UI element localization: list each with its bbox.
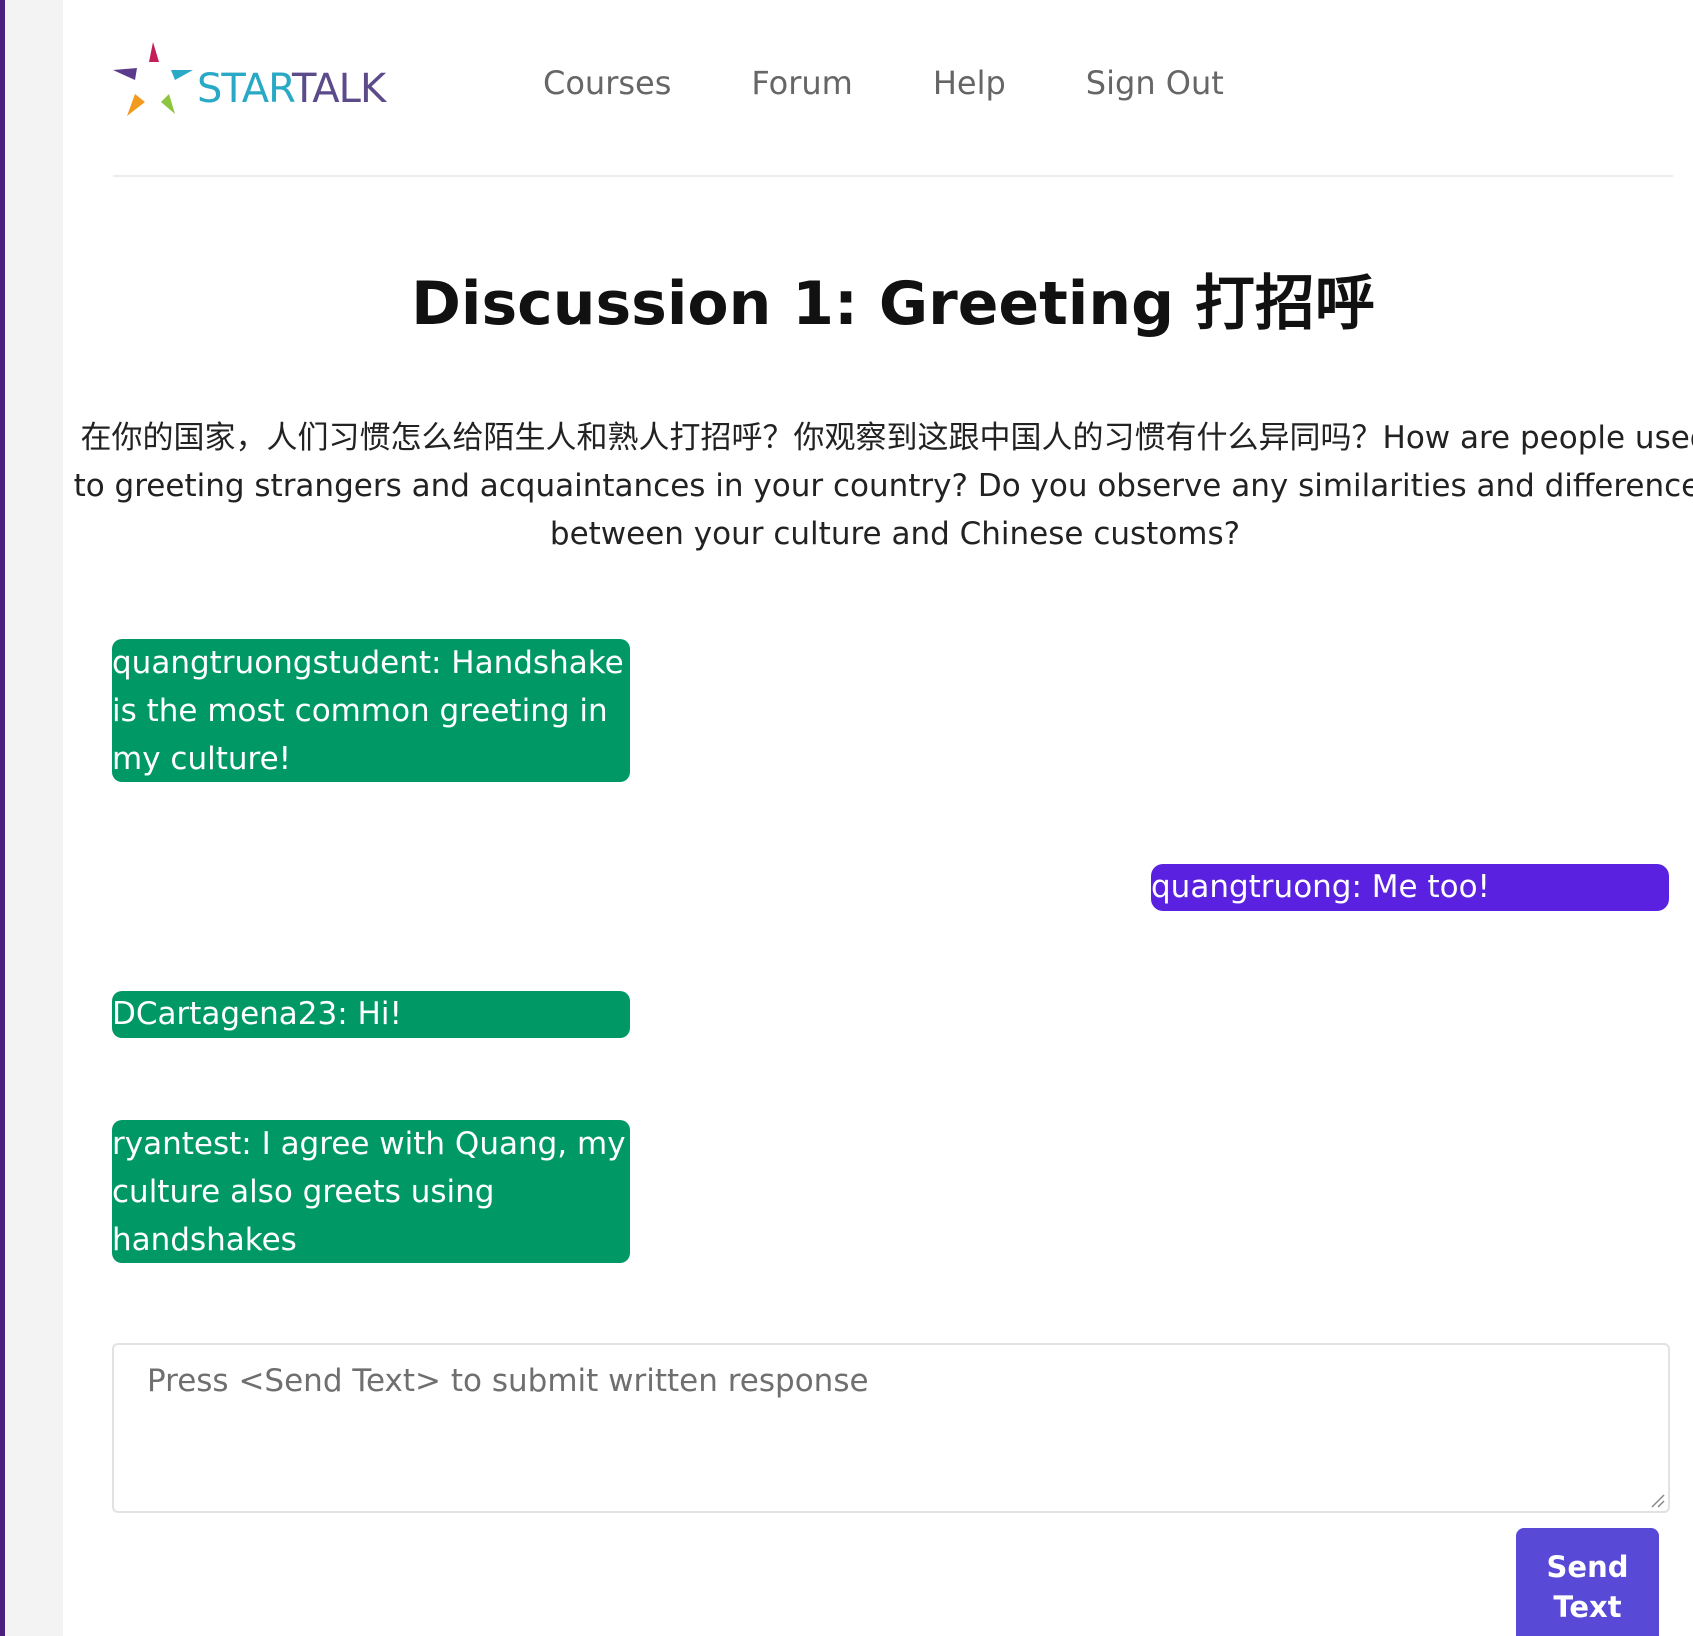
nav-courses-link[interactable]: Courses bbox=[543, 64, 671, 102]
resize-grip-icon[interactable] bbox=[1649, 1492, 1665, 1508]
nav-help-link[interactable]: Help bbox=[933, 64, 1006, 102]
navbar: STARTALK Courses Forum Help Sign Out bbox=[113, 0, 1673, 177]
chat-message: ryantest: I agree with Quang, my culture… bbox=[112, 1120, 630, 1263]
page: STARTALK Courses Forum Help Sign Out Dis… bbox=[63, 0, 1693, 1636]
nav-links: Courses Forum Help Sign Out bbox=[543, 64, 1224, 102]
nav-forum-link[interactable]: Forum bbox=[751, 64, 852, 102]
chat-message-own: quangtruong: Me too! bbox=[1151, 864, 1669, 911]
discussion-title: Discussion 1: Greeting 打招呼 bbox=[411, 269, 1375, 339]
response-textarea[interactable] bbox=[112, 1343, 1670, 1513]
star-logo-icon bbox=[113, 42, 193, 116]
chat-message: quangtruongstudent: Handshake is the mos… bbox=[112, 639, 630, 782]
send-text-button[interactable]: Send Text bbox=[1516, 1528, 1659, 1636]
logo-wordmark: STARTALK bbox=[197, 66, 386, 112]
nav-sign-out-link[interactable]: Sign Out bbox=[1086, 64, 1224, 102]
discussion-prompt: 在你的国家，人们习惯怎么给陌生人和熟人打招呼？你观察到这跟中国人的习惯有什么异同… bbox=[73, 420, 1693, 552]
left-gutter bbox=[5, 0, 63, 1636]
startalk-logo[interactable]: STARTALK bbox=[113, 40, 413, 130]
chat-message: DCartagena23: Hi! bbox=[112, 991, 630, 1038]
